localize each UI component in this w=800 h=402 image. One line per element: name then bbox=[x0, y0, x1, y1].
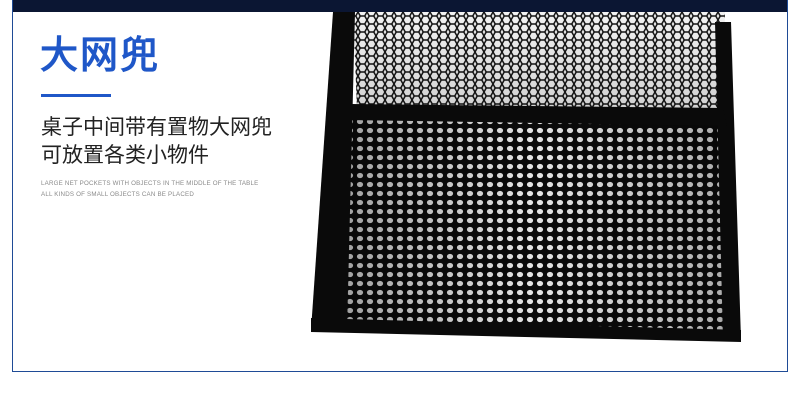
net-pocket-image bbox=[311, 12, 741, 342]
english-caption-line-1: LARGE NET POCKETS WITH OBJECTS IN THE MI… bbox=[41, 180, 259, 187]
heading-underline bbox=[41, 94, 111, 97]
description-line-1: 桌子中间带有置物大网兜 bbox=[41, 115, 272, 139]
description-line-2: 可放置各类小物件 bbox=[41, 143, 209, 167]
lower-mesh-pocket bbox=[335, 118, 733, 338]
feature-description: 桌子中间带有置物大网兜 可放置各类小物件 bbox=[41, 113, 272, 169]
feature-heading: 大网兜 bbox=[40, 33, 161, 77]
product-panel: 大网兜 桌子中间带有置物大网兜 可放置各类小物件 LARGE NET POCKE… bbox=[12, 0, 788, 372]
upper-mesh-panel bbox=[353, 12, 725, 110]
english-caption: LARGE NET POCKETS WITH OBJECTS IN THE MI… bbox=[41, 178, 258, 200]
english-caption-line-2: ALL KINDS OF SMALL OBJECTS CAN BE PLACED bbox=[41, 191, 194, 198]
